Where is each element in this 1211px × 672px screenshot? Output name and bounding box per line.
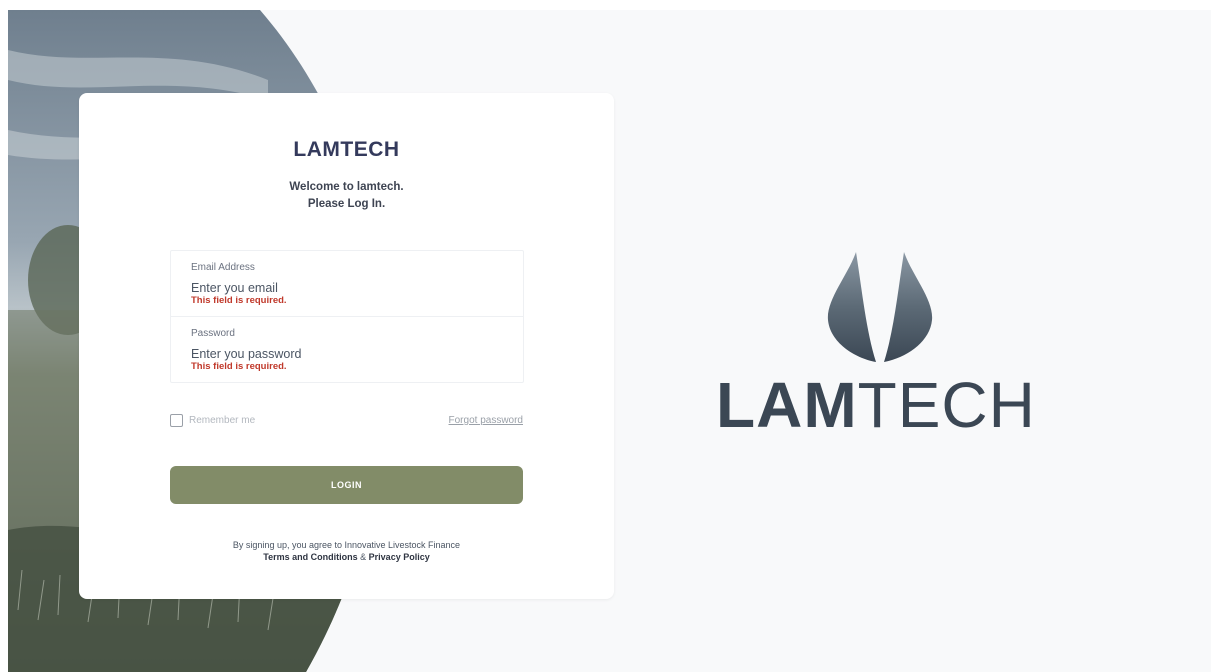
forgot-password-link[interactable]: Forgot password: [431, 415, 523, 426]
remember-me[interactable]: Remember me: [170, 414, 255, 427]
password-field-group: Password This field is required.: [171, 317, 523, 382]
card-title: LAMTECH: [293, 138, 400, 161]
email-field-group: Email Address This field is required.: [171, 251, 523, 317]
legal-amp: &: [360, 552, 367, 562]
login-button[interactable]: LOGIN: [170, 466, 523, 504]
brand-logo: LAMTECH: [716, 250, 1046, 450]
login-card: LAMTECH Welcome to lamtech. Please Log I…: [79, 93, 614, 599]
password-label: Password: [191, 328, 235, 339]
privacy-link[interactable]: Privacy Policy: [369, 552, 430, 562]
legal-notice: By signing up, you agree to Innovative L…: [79, 539, 614, 563]
legal-line: By signing up, you agree to Innovative L…: [232, 540, 461, 550]
brand-wordmark-bold: LAM: [716, 369, 858, 441]
email-error: This field is required.: [191, 295, 287, 306]
brand-wordmark: LAMTECH: [716, 368, 1046, 442]
login-fields: Email Address This field is required. Pa…: [170, 250, 524, 383]
leaf-drop-icon: [827, 252, 933, 362]
remember-me-checkbox[interactable]: [170, 414, 183, 427]
login-page: LAMTECH Welcome to lamtech. Please Log I…: [8, 10, 1211, 672]
welcome-message: Welcome to lamtech. Please Log In.: [79, 179, 614, 213]
password-error: This field is required.: [191, 361, 287, 372]
terms-link[interactable]: Terms and Conditions: [263, 552, 357, 562]
brand-wordmark-light: TECH: [857, 369, 1036, 441]
welcome-line-1: Welcome to lamtech.: [289, 181, 404, 193]
password-input[interactable]: [191, 345, 501, 362]
remember-me-label: Remember me: [189, 415, 256, 426]
welcome-line-2: Please Log In.: [307, 198, 386, 210]
email-label: Email Address: [191, 262, 255, 273]
legal-links: Terms and Conditions & Privacy Policy: [79, 551, 614, 563]
email-input[interactable]: [191, 279, 501, 296]
